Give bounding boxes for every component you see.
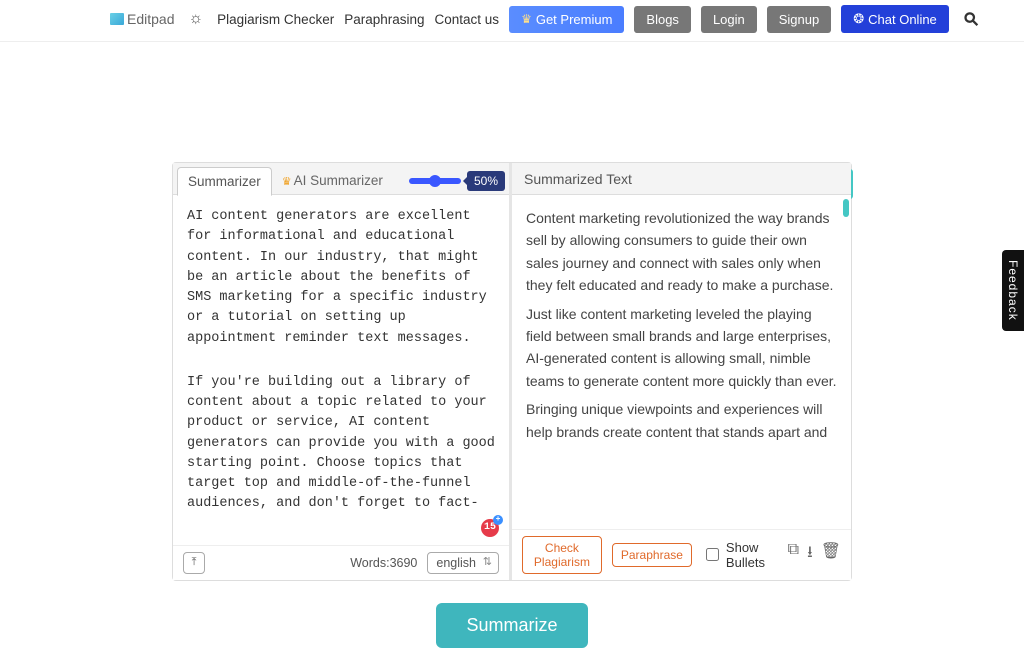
top-navbar: Editpad ☼ Plagiarism Checker Paraphrasin… <box>0 0 1024 42</box>
language-select[interactable]: english <box>427 552 499 574</box>
theme-toggle-icon[interactable]: ☼ <box>188 10 203 28</box>
blogs-button[interactable]: Blogs <box>634 6 691 33</box>
upload-icon[interactable]: ⤒ <box>183 552 205 574</box>
output-pane: Summarized Text Content marketing revolu… <box>512 163 851 580</box>
input-footer: ⤒ Words:3690 english <box>173 545 509 580</box>
length-slider-wrap: 50% <box>407 171 505 191</box>
feedback-tab[interactable]: Feedback <box>1002 250 1024 331</box>
crown-icon: ♛ <box>521 12 532 26</box>
chat-icon: ❂ <box>853 11 864 27</box>
paraphrase-button[interactable]: Paraphrase <box>612 543 692 567</box>
brand-name: Editpad <box>127 11 174 27</box>
input-tabs: Summarizer ♛AI Summarizer 50% <box>173 163 509 195</box>
search-icon[interactable]: ⚲ <box>959 7 983 31</box>
check-plagiarism-button[interactable]: Check Plagiarism <box>522 536 602 574</box>
suggestions-badge[interactable]: 15 <box>479 517 501 539</box>
output-header: Summarized Text <box>512 163 851 195</box>
nav-plagiarism-checker[interactable]: Plagiarism Checker <box>217 12 334 27</box>
brand-logo[interactable]: Editpad <box>110 11 174 27</box>
show-bullets-checkbox[interactable] <box>706 548 719 561</box>
output-scroll-indicator <box>843 199 849 217</box>
length-slider[interactable] <box>409 178 461 184</box>
main-area: Summarizer ♛AI Summarizer 50% AI content… <box>0 42 1024 581</box>
output-paragraph: Content marketing revolutionized the way… <box>526 207 837 297</box>
output-text-area[interactable]: Content marketing revolutionized the way… <box>512 195 851 529</box>
download-icon[interactable]: ⭳ <box>807 541 813 568</box>
signup-button[interactable]: Signup <box>767 6 831 33</box>
get-premium-button[interactable]: ♛ Get Premium <box>509 6 624 33</box>
login-button[interactable]: Login <box>701 6 757 33</box>
chat-online-button[interactable]: ❂ Chat Online <box>841 5 949 33</box>
summarize-button[interactable]: Summarize <box>436 603 587 648</box>
output-paragraph: Just like content marketing leveled the … <box>526 303 837 393</box>
input-pane: Summarizer ♛AI Summarizer 50% AI content… <box>173 163 512 580</box>
length-percent-badge: 50% <box>467 171 505 191</box>
summarizer-tool: Summarizer ♛AI Summarizer 50% AI content… <box>172 162 852 581</box>
output-paragraph: Bringing unique viewpoints and experienc… <box>526 398 837 443</box>
input-paragraph: AI content generators are excellent for … <box>187 207 495 349</box>
tab-ai-summarizer[interactable]: ♛AI Summarizer <box>272 167 393 194</box>
copy-icon[interactable]: ⧉ <box>788 541 799 568</box>
delete-icon[interactable]: 🗑 <box>821 541 841 568</box>
nav-contact-us[interactable]: Contact us <box>435 12 500 27</box>
editpad-logo-icon <box>110 13 124 25</box>
word-count-label: Words:3690 <box>350 556 417 570</box>
crown-icon: ♛ <box>282 176 292 188</box>
show-bullets-toggle[interactable]: Show Bullets <box>702 540 768 570</box>
nav-paraphrasing[interactable]: Paraphrasing <box>344 12 424 27</box>
input-text-area[interactable]: AI content generators are excellent for … <box>173 195 509 545</box>
input-paragraph: If you're building out a library of cont… <box>187 373 495 515</box>
tab-summarizer[interactable]: Summarizer <box>177 167 272 196</box>
